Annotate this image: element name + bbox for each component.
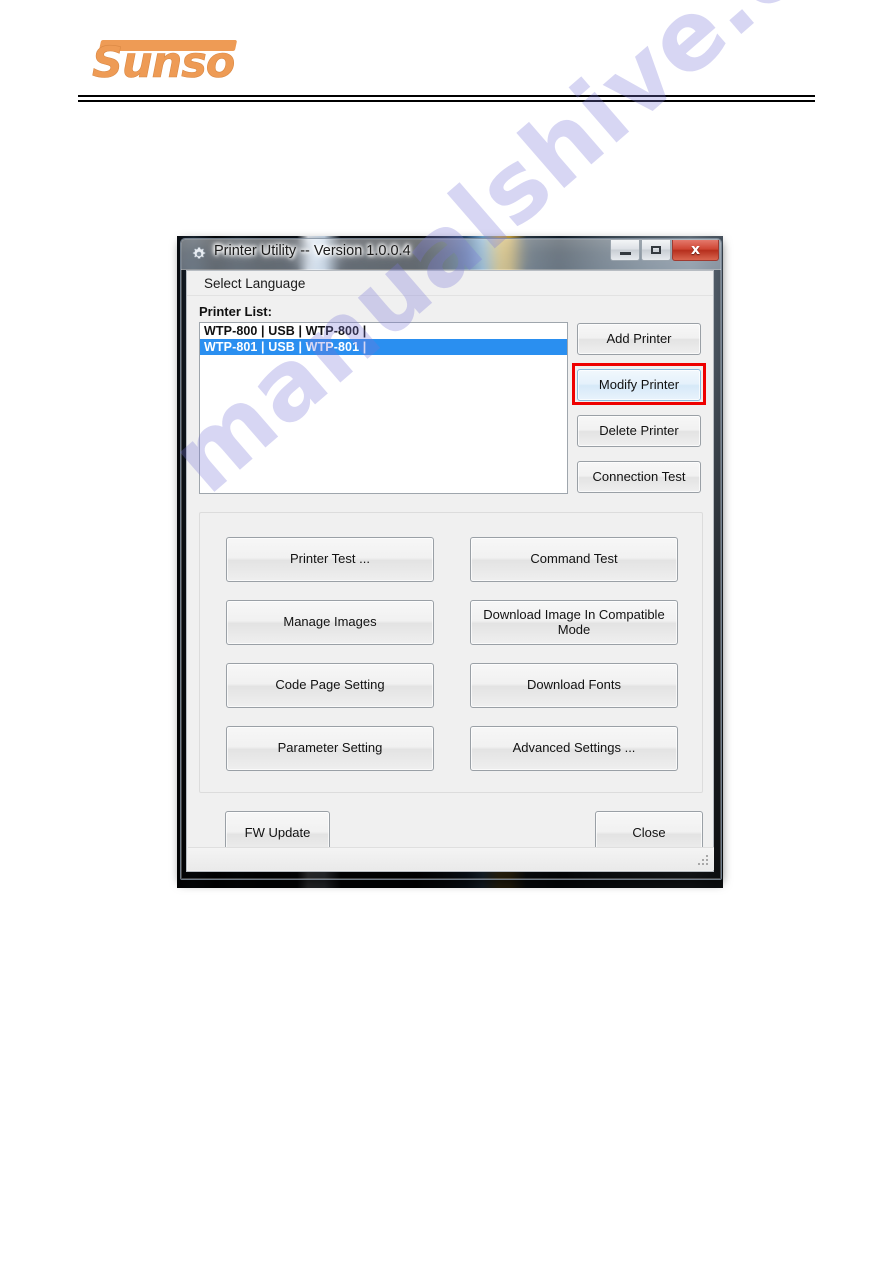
gear-icon <box>191 246 207 262</box>
download-fonts-button[interactable]: Download Fonts <box>470 663 678 708</box>
printer-action-buttons: Add Printer Modify Printer Delete Printe… <box>572 322 706 494</box>
modify-printer-button[interactable]: Modify Printer <box>577 369 701 401</box>
window-title: Printer Utility -- Version 1.0.0.4 <box>214 243 411 259</box>
printer-utility-window: Printer Utility -- Version 1.0.0.4 x Sel… <box>180 238 722 880</box>
logo-text: Sunso <box>92 38 236 89</box>
minimize-icon <box>619 252 631 255</box>
features-grid: Printer Test ... Command Test Manage Ima… <box>226 537 678 771</box>
minimize-button[interactable] <box>610 240 640 261</box>
menu-bar: Select Language <box>187 271 713 296</box>
printer-list-label: Printer List: <box>199 304 272 319</box>
header-rule-top <box>78 95 815 97</box>
advanced-settings-button[interactable]: Advanced Settings ... <box>470 726 678 771</box>
manage-images-button[interactable]: Manage Images <box>226 600 434 645</box>
screenshot-region: Printer Utility -- Version 1.0.0.4 x Sel… <box>177 236 723 888</box>
download-image-compatible-mode-button[interactable]: Download Image In Compatible Mode <box>470 600 678 645</box>
list-item[interactable]: WTP-801 | USB | WTP-801 | <box>200 339 567 355</box>
dialog-body: Printer List: WTP-800 | USB | WTP-800 | … <box>187 296 713 857</box>
document-header: Sunso <box>0 0 893 120</box>
connection-test-button[interactable]: Connection Test <box>577 461 701 493</box>
window-client-area: Select Language Printer List: WTP-800 | … <box>186 270 714 872</box>
delete-printer-button[interactable]: Delete Printer <box>577 415 701 447</box>
code-page-setting-button[interactable]: Code Page Setting <box>226 663 434 708</box>
status-bar <box>188 847 714 870</box>
maximize-button[interactable] <box>641 240 671 261</box>
window-controls: x <box>609 240 719 262</box>
command-test-button[interactable]: Command Test <box>470 537 678 582</box>
maximize-icon <box>651 246 661 254</box>
printer-list-row: WTP-800 | USB | WTP-800 | WTP-801 | USB … <box>199 322 706 494</box>
add-printer-button[interactable]: Add Printer <box>577 323 701 355</box>
printer-test-button[interactable]: Printer Test ... <box>226 537 434 582</box>
parameter-setting-button[interactable]: Parameter Setting <box>226 726 434 771</box>
window-titlebar[interactable]: Printer Utility -- Version 1.0.0.4 x <box>181 239 721 270</box>
header-rule-bottom <box>78 100 815 102</box>
menu-item-select-language[interactable]: Select Language <box>197 274 312 293</box>
close-window-button[interactable]: x <box>672 240 719 261</box>
features-panel: Printer Test ... Command Test Manage Ima… <box>199 512 703 793</box>
printer-list[interactable]: WTP-800 | USB | WTP-800 | WTP-801 | USB … <box>199 322 568 494</box>
list-item[interactable]: WTP-800 | USB | WTP-800 | <box>200 323 567 339</box>
sunso-logo: Sunso <box>92 36 240 88</box>
resize-grip-icon[interactable] <box>697 854 710 867</box>
close-icon: x <box>690 242 701 258</box>
